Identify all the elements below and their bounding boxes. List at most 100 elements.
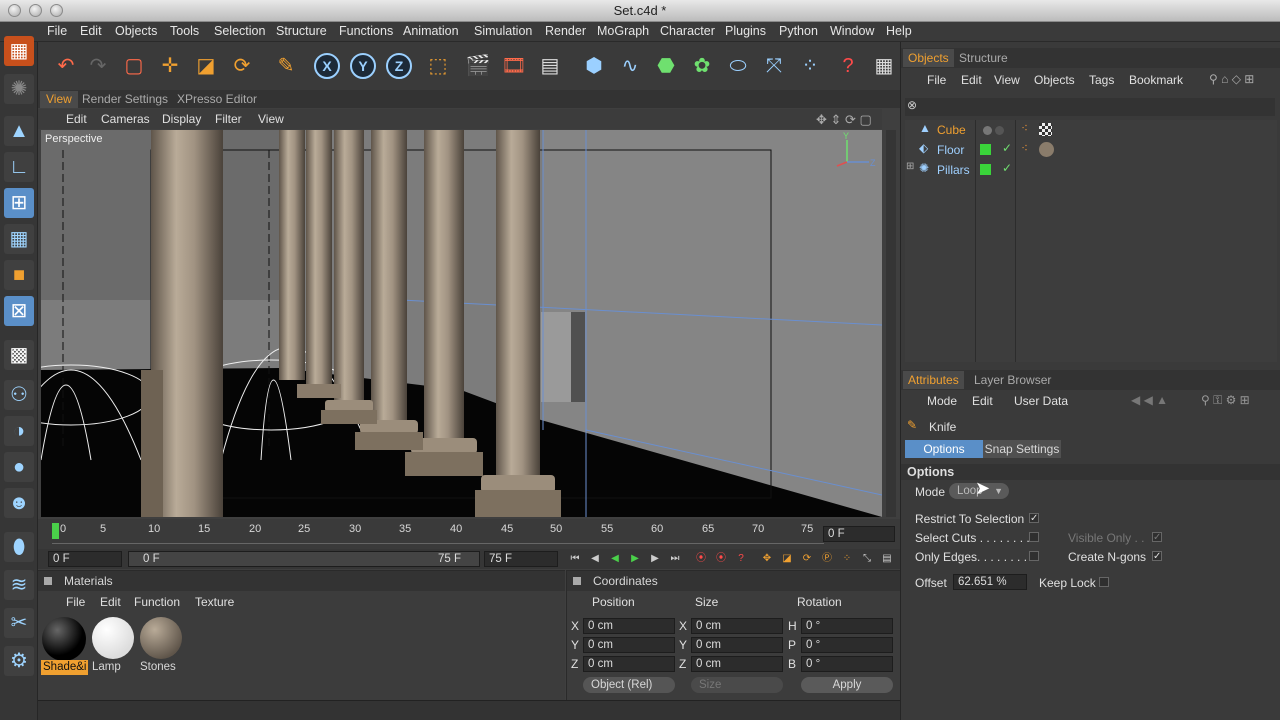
expand-icon[interactable]: ⊞ <box>906 161 914 172</box>
spline-icon[interactable]: ∿ <box>614 50 646 82</box>
select-cuts-checkbox[interactable] <box>1029 532 1039 542</box>
attributes-menu-edit[interactable]: Edit <box>972 394 993 408</box>
undo-icon[interactable]: ↶ <box>50 50 82 82</box>
history-back-icon[interactable]: ◀ ◀ ▲ <box>1131 393 1168 407</box>
rotate-icon[interactable]: ⟳ <box>226 50 258 82</box>
rotation-key-icon[interactable]: ⟳ <box>798 551 816 567</box>
objects-menu-bookmark[interactable]: Bookmark <box>1129 73 1183 87</box>
tab-attributes[interactable]: Attributes <box>903 371 964 389</box>
menu-edit[interactable]: Edit <box>80 24 102 38</box>
material-swatch[interactable] <box>92 617 134 659</box>
timeline-layout-icon[interactable]: ⤡ <box>858 551 876 567</box>
menu-animation[interactable]: Animation <box>403 24 459 38</box>
model-mode-icon[interactable]: ▲ <box>4 116 34 146</box>
layout-grid-icon[interactable]: ▦ <box>868 50 900 82</box>
material-name[interactable]: Shade&i <box>41 660 89 675</box>
coordinate-system-icon[interactable]: ⬚ <box>422 50 454 82</box>
next-frame-icon[interactable]: ▶︎ <box>646 551 664 567</box>
menu-python[interactable]: Python <box>779 24 818 38</box>
object-name[interactable]: Pillars <box>937 161 970 179</box>
viewport-nav-icon[interactable]: ✥ ⇕ ⟳ ▢ <box>816 112 872 128</box>
material-swatch[interactable] <box>140 617 182 659</box>
attributes-menu-mode[interactable]: Mode <box>927 394 957 408</box>
deformer-icon[interactable]: ⬭ <box>722 50 754 82</box>
tab-objects[interactable]: Objects <box>903 49 954 67</box>
workplane-icon[interactable]: ◑ <box>4 416 34 446</box>
editor-visibility-dot[interactable] <box>983 126 992 135</box>
brush-icon[interactable]: ● <box>4 452 34 482</box>
autokey-icon[interactable]: ⦿ <box>712 551 730 567</box>
play-forward-icon[interactable]: ▶ <box>626 551 644 567</box>
search-icon[interactable]: ⚲ ⌂ ◇ ⊞ <box>1209 72 1254 86</box>
material-name[interactable]: Lamp <box>92 661 121 673</box>
create-ngons-checkbox[interactable]: ✓ <box>1152 551 1162 562</box>
attributes-menu-user-data[interactable]: User Data <box>1014 394 1068 408</box>
position-z-field[interactable]: 0 cm <box>583 656 675 672</box>
tag-icon[interactable]: ⁖ <box>1021 141 1028 155</box>
timeline-window-icon[interactable]: ▤ <box>878 551 896 567</box>
rotation-b-field[interactable]: 0 ° <box>801 656 893 672</box>
z-axis-icon[interactable]: Z <box>386 53 412 79</box>
tag-icon[interactable]: ⁖ <box>1021 121 1028 135</box>
materials-menu-function[interactable]: Function <box>134 595 180 609</box>
position-key-icon[interactable]: ✥ <box>758 551 776 567</box>
polygons-mode-icon[interactable]: ■ <box>4 260 34 290</box>
scene-icon[interactable]: ⤧ <box>758 50 790 82</box>
viewport-scroll-handle[interactable] <box>886 130 896 517</box>
render-picture-viewer-icon[interactable]: 🎞 <box>498 50 530 82</box>
object-row-floor[interactable]: ⬖ Floor ✓ ⁖ <box>905 141 1277 159</box>
points-mode-icon[interactable]: ⊞ <box>4 188 34 218</box>
tab-xpresso-editor[interactable]: XPresso Editor <box>171 91 263 108</box>
move-icon[interactable]: ✛ <box>154 50 186 82</box>
current-frame-field[interactable]: 0 F <box>48 551 122 567</box>
tab-render-settings[interactable]: Render Settings <box>76 91 174 108</box>
size-mode-dropdown[interactable]: Size <box>691 677 783 693</box>
max-frame-field[interactable]: 75 F <box>484 551 558 567</box>
scale-icon[interactable]: ◪ <box>190 50 222 82</box>
cube-icon[interactable]: ⬢ <box>578 50 610 82</box>
rotation-h-field[interactable]: 0 ° <box>801 618 893 634</box>
knife-tool-icon[interactable]: ✎ <box>270 50 302 82</box>
object-axis-icon[interactable]: ∟ <box>4 152 34 182</box>
tab-snap-settings[interactable]: Snap Settings <box>983 440 1061 458</box>
objects-menu-tags[interactable]: Tags <box>1089 73 1114 87</box>
object-row-cube[interactable]: ▲ Cube ⁖ <box>905 121 1277 139</box>
render-settings-icon[interactable]: ▤ <box>534 50 566 82</box>
objects-menu-objects[interactable]: Objects <box>1034 73 1075 87</box>
viewport-menu-filter[interactable]: Filter <box>215 112 242 126</box>
scale-key-icon[interactable]: ◪ <box>778 551 796 567</box>
coordinate-mode-dropdown[interactable]: Object (Rel) <box>583 677 675 693</box>
viewport-menu-cameras[interactable]: Cameras <box>101 112 150 126</box>
zoom-window-button[interactable] <box>50 4 63 17</box>
enabled-check-icon[interactable]: ✓ <box>1002 161 1012 175</box>
go-to-end-icon[interactable]: ⏭ <box>666 551 684 567</box>
panel-grip-icon[interactable] <box>44 577 52 585</box>
menu-file[interactable]: File <box>47 24 67 38</box>
objects-search-bar[interactable]: ⊗ <box>905 98 1275 116</box>
size-z-field[interactable]: 0 cm <box>691 656 783 672</box>
attributes-tools-icon[interactable]: ⚲ ⚿ ⚙ ⊞ <box>1201 393 1250 408</box>
live-selection-icon[interactable]: ▢ <box>118 50 150 82</box>
pla-key-icon[interactable]: ⁘ <box>838 551 856 567</box>
enabled-check-icon[interactable]: ✓ <box>1002 141 1012 155</box>
timeline-playhead[interactable] <box>52 523 59 539</box>
panel-grip-icon[interactable] <box>573 577 581 585</box>
array-icon[interactable]: ✿ <box>686 50 718 82</box>
gear-icon[interactable]: ⚙ <box>4 646 34 676</box>
menu-character[interactable]: Character <box>660 24 715 38</box>
tab-view[interactable]: View <box>40 91 78 108</box>
object-name[interactable]: Floor <box>937 141 964 159</box>
menu-render[interactable]: Render <box>545 24 586 38</box>
x-axis-icon[interactable]: X <box>314 53 340 79</box>
objects-menu-view[interactable]: View <box>994 73 1020 87</box>
close-window-button[interactable] <box>8 4 21 17</box>
menu-simulation[interactable]: Simulation <box>474 24 532 38</box>
help-icon[interactable]: ? <box>832 50 864 82</box>
particles-icon[interactable]: ⁘ <box>794 50 826 82</box>
size-x-field[interactable]: 0 cm <box>691 618 783 634</box>
materials-menu-texture[interactable]: Texture <box>195 595 234 609</box>
menu-structure[interactable]: Structure <box>276 24 327 38</box>
menu-functions[interactable]: Functions <box>339 24 393 38</box>
keyframe-selection-icon[interactable]: ? <box>732 551 750 567</box>
cylinder-icon[interactable]: ⬮ <box>4 532 34 562</box>
